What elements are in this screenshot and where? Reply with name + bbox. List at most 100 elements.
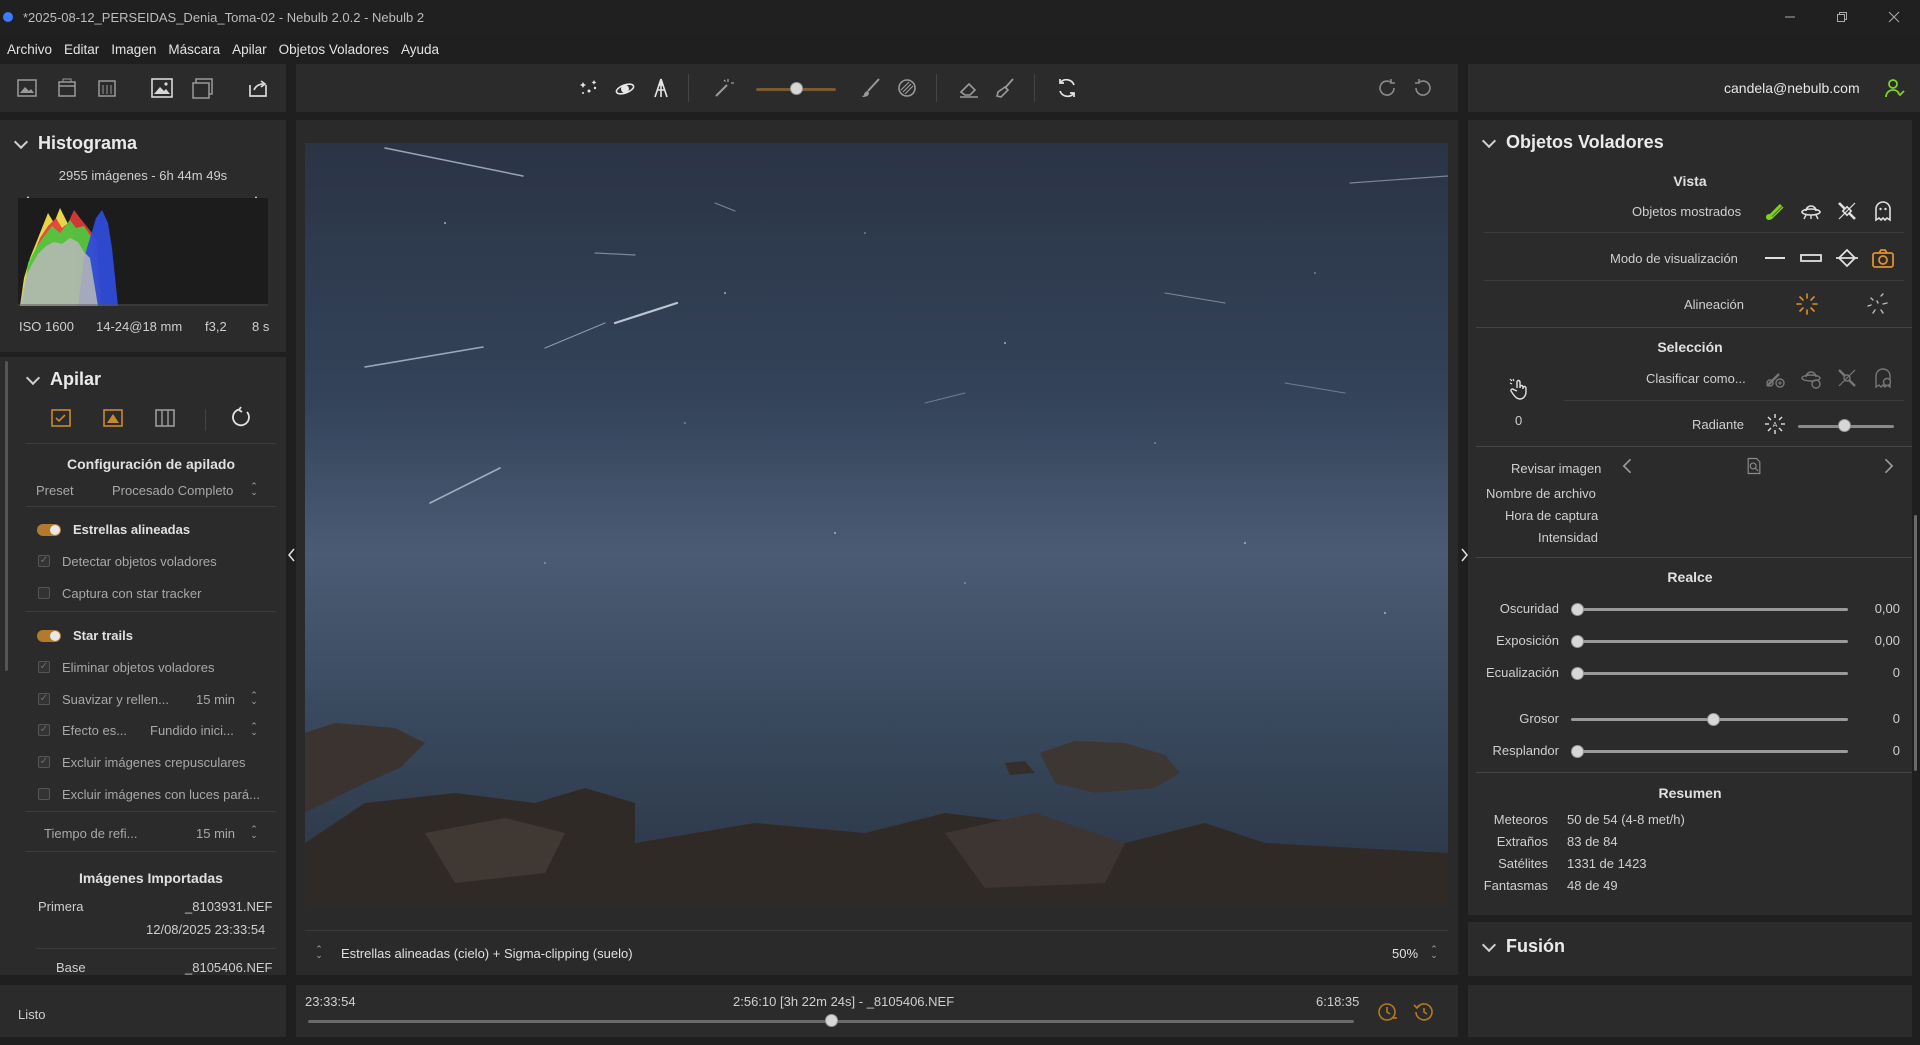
smooth-fill-checkbox[interactable]: ✓ <box>38 693 50 705</box>
tower-icon[interactable] <box>648 75 674 101</box>
open-images-icon[interactable] <box>14 75 40 101</box>
ghost-filter-icon[interactable] <box>1870 198 1896 224</box>
clock-history-icon[interactable] <box>1411 999 1437 1025</box>
restore-button[interactable] <box>1816 0 1868 34</box>
zoom-value[interactable]: 50% <box>1392 946 1418 961</box>
effect-checkbox[interactable]: ✓ <box>38 724 50 736</box>
menu-mascara[interactable]: Máscara <box>168 42 220 57</box>
timeline-knob[interactable] <box>825 1014 838 1027</box>
enhance-slider-track[interactable] <box>1571 640 1848 643</box>
clock-start-icon[interactable] <box>1375 999 1401 1025</box>
effect-value[interactable]: Fundido inici... <box>150 723 234 738</box>
align-scatter-icon[interactable] <box>1864 291 1890 317</box>
menu-imagen[interactable]: Imagen <box>111 42 156 57</box>
menu-editar[interactable]: Editar <box>64 42 99 57</box>
camera-mode-icon[interactable] <box>1870 245 1896 271</box>
reset-icon[interactable] <box>228 405 254 431</box>
menu-archivo[interactable]: Archivo <box>7 42 52 57</box>
select-hand-icon[interactable] <box>1506 376 1532 402</box>
user-icon[interactable] <box>1882 75 1908 101</box>
satellite-filter-icon[interactable] <box>1834 198 1860 224</box>
chevron-left-icon[interactable] <box>1618 456 1638 476</box>
collapse-left-button[interactable] <box>287 548 296 562</box>
stack-columns-icon[interactable] <box>152 405 178 431</box>
ufo-filter-icon[interactable] <box>1798 198 1824 224</box>
classify-satellite-icon[interactable] <box>1834 365 1860 391</box>
refresh-value[interactable]: 15 min <box>196 826 235 841</box>
alignment-label: Alineación <box>1684 297 1744 312</box>
enhance-slider-knob[interactable] <box>1571 745 1584 758</box>
exclude-twilight-checkbox[interactable]: ✓ <box>38 756 50 768</box>
eraser-icon[interactable] <box>956 75 982 101</box>
right-panel-scrollbar[interactable] <box>1914 515 1917 771</box>
brush-eraser-icon[interactable] <box>894 75 920 101</box>
enhance-slider-knob[interactable] <box>1707 713 1720 726</box>
effect-stepper[interactable]: ⌃ ⌄ <box>249 722 259 737</box>
detect-flying-checkbox[interactable]: ✓ <box>38 555 50 567</box>
remove-flying-checkbox[interactable]: ✓ <box>38 661 50 673</box>
histogram-header[interactable]: Histograma <box>12 133 137 154</box>
smooth-fill-value[interactable]: 15 min <box>196 692 235 707</box>
enhance-slider-track[interactable] <box>1571 672 1848 675</box>
refresh-stepper[interactable]: ⌃ ⌄ <box>249 825 259 840</box>
open-folder-icon[interactable] <box>54 75 80 101</box>
enhance-slider-track[interactable] <box>1571 750 1848 753</box>
diamond-mode-icon[interactable] <box>1834 245 1860 271</box>
preset-stepper[interactable]: ⌃ ⌄ <box>249 482 259 497</box>
exposure-value: 8 s <box>252 319 270 334</box>
stack-checklist-icon[interactable] <box>48 405 74 431</box>
enhance-slider-track[interactable] <box>1571 608 1848 611</box>
box-mode-icon[interactable] <box>1798 245 1824 271</box>
zoom-stepper[interactable]: ⌃ ⌄ <box>1429 945 1439 960</box>
enhance-slider-label: Ecualización <box>1486 665 1559 680</box>
collapse-right-button[interactable] <box>1460 548 1469 562</box>
stack-image-icon[interactable] <box>100 405 126 431</box>
undo-icon[interactable] <box>1410 75 1436 101</box>
chevron-right-icon[interactable] <box>1878 456 1898 476</box>
preset-select[interactable]: Procesado Completo <box>112 483 233 498</box>
magic-wand-icon[interactable] <box>710 75 736 101</box>
star-tracker-checkbox[interactable] <box>38 587 50 599</box>
classify-ghost-icon[interactable] <box>1870 365 1896 391</box>
enhance-slider-knob[interactable] <box>1571 667 1584 680</box>
flying-header[interactable]: Objetos Voladores <box>1480 132 1664 153</box>
review-search-icon[interactable] <box>1744 456 1764 476</box>
menu-objetos-voladores[interactable]: Objetos Voladores <box>279 42 389 57</box>
brush-icon[interactable] <box>858 75 884 101</box>
menu-ayuda[interactable]: Ayuda <box>401 42 439 57</box>
menu-apilar[interactable]: Apilar <box>232 42 267 57</box>
classify-meteor-icon[interactable] <box>1762 365 1788 391</box>
radiant-slider-knob[interactable] <box>1838 419 1851 432</box>
stacked-photo[interactable] <box>305 143 1448 906</box>
image-icon[interactable] <box>149 75 175 101</box>
star-trails-toggle[interactable] <box>37 630 61 642</box>
brush-size-knob[interactable] <box>790 82 803 95</box>
comet-icon[interactable] <box>612 75 638 101</box>
image-stack-icon[interactable] <box>190 75 216 101</box>
view-mode-stepper[interactable]: ⌃ ⌄ <box>314 945 324 960</box>
smooth-fill-stepper[interactable]: ⌃ ⌄ <box>249 691 259 706</box>
radiant-icon[interactable]: A <box>1762 411 1788 437</box>
broom-icon[interactable] <box>992 75 1018 101</box>
export-icon[interactable] <box>245 75 271 101</box>
line-mode-icon[interactable] <box>1762 245 1788 271</box>
user-email[interactable]: candela@nebulb.com <box>1724 80 1860 96</box>
minimize-button[interactable] <box>1764 0 1816 34</box>
close-button[interactable] <box>1868 0 1920 34</box>
exclude-lights-checkbox[interactable] <box>38 788 50 800</box>
stars-icon[interactable] <box>576 75 602 101</box>
fusion-header[interactable]: Fusión <box>1480 936 1565 957</box>
align-radial-icon[interactable] <box>1794 291 1820 317</box>
view-mode-label[interactable]: Estrellas alineadas (cielo) + Sigma-clip… <box>341 946 633 961</box>
refresh-icon[interactable] <box>1054 75 1080 101</box>
enhance-slider-knob[interactable] <box>1571 603 1584 616</box>
enhance-slider-knob[interactable] <box>1571 635 1584 648</box>
redo-icon[interactable] <box>1374 75 1400 101</box>
stack-scrollbar[interactable] <box>5 361 8 671</box>
classify-ufo-icon[interactable] <box>1798 365 1824 391</box>
meteor-filter-icon[interactable] <box>1762 198 1788 224</box>
stack-header[interactable]: Apilar <box>24 369 101 390</box>
first-label: Primera <box>38 899 84 914</box>
calendar-icon[interactable] <box>94 75 120 101</box>
aligned-stars-toggle[interactable] <box>37 524 61 536</box>
